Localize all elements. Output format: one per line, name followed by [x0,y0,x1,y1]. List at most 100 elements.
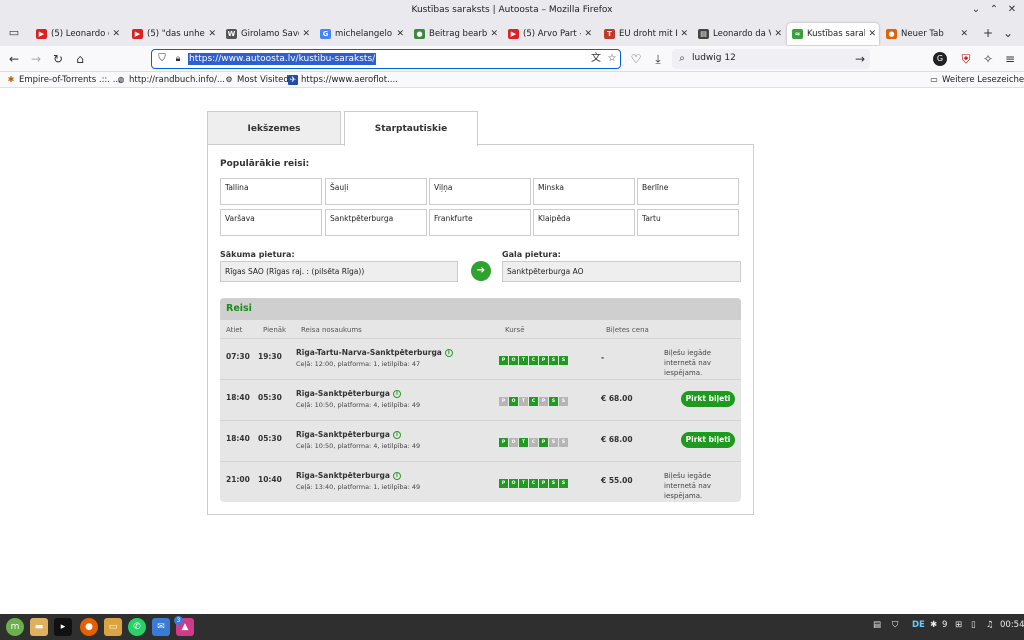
close-window-button[interactable]: ✕ [1004,2,1020,18]
results-title: Reisi [220,298,741,320]
minimize-button[interactable]: ⌄ [968,2,984,18]
browser-tab[interactable]: ● Neuer Tab ✕ [881,23,971,45]
column-header: Biļetes cena [606,326,649,334]
browser-tab[interactable]: ≈ Kustības saraksts✕ [787,23,879,45]
bookmark-star-icon[interactable]: ☆ [604,51,620,67]
firefox-icon[interactable]: ● [80,618,98,636]
search-input[interactable]: ludwig 12 [692,53,736,63]
lock-icon[interactable]: 🔒︎ [170,51,186,67]
city-button[interactable]: Varšava [220,209,322,236]
search-go-icon[interactable]: → [852,51,868,67]
city-button[interactable]: Šauļi [325,178,427,205]
start-stop-input[interactable]: Rīgas SAO (Rīgas raj. : (pilsēta Rīga)) [220,261,458,282]
city-button[interactable]: Klaipēda [533,209,635,236]
info-icon[interactable]: i [392,431,401,439]
browser-tab[interactable]: W Girolamo Savona✕ [221,23,313,45]
back-button[interactable]: ← [6,51,22,67]
menu-icon[interactable]: ≡ [1002,51,1018,67]
weekday-badge: T [519,356,528,365]
info-icon[interactable]: i [392,472,401,480]
city-button[interactable]: Minska [533,178,635,205]
close-tab-icon[interactable]: ✕ [490,23,498,45]
search-icon: ⌕ [679,53,685,64]
downloads-icon[interactable]: ⤓ [650,51,666,67]
maximize-button[interactable]: ⌃ [986,2,1002,18]
tab-domestic[interactable]: Iekšzemes [207,111,341,145]
tab-label: Leonardo da Vin [713,29,771,39]
info-icon[interactable]: i [444,349,453,357]
route-name[interactable]: Rīga-Sanktpēterburga i [296,389,401,398]
city-button[interactable]: Tallina [220,178,322,205]
new-tab-button[interactable]: + [980,25,996,41]
ticket-price: - [601,353,605,362]
city-button[interactable]: Tartu [637,209,739,236]
city-button[interactable]: Sanktpēterburga [325,209,427,236]
browser-tab[interactable]: ▤ Leonardo da Vin✕ [693,23,785,45]
route-name[interactable]: Rīga-Tartu-Narva-Sanktpēterburga i [296,348,453,357]
close-tab-icon[interactable]: ✕ [680,23,688,45]
bookmark-item[interactable]: ⚙ Most Visited [224,73,288,87]
mint-menu-icon[interactable]: m [6,618,24,636]
tab-international[interactable]: Starptautiskie [344,111,478,146]
city-button[interactable]: Frankfurte [429,209,531,236]
shield-tray-icon[interactable]: ⛉ [892,620,898,630]
battery-icon[interactable]: ▯ [971,620,976,630]
forward-button[interactable]: → [28,51,44,67]
updates-icon[interactable]: ⊞ [955,620,962,630]
route-name[interactable]: Rīga-Sanktpēterburga i [296,471,401,480]
show-desktop-icon[interactable]: ▬ [30,618,48,636]
home-button[interactable]: ⌂ [72,51,88,67]
close-tab-icon[interactable]: ✕ [960,23,968,45]
close-tab-icon[interactable]: ✕ [302,23,310,45]
other-bookmarks[interactable]: ▭ Weitere Lesezeichen [929,73,1024,87]
clipboard-icon[interactable]: ▤ [873,620,881,630]
search-bar[interactable]: ⌕ ludwig 12 → [672,49,870,69]
route-name[interactable]: Rīga-Sanktpēterburga i [296,430,401,439]
tab-label: (5) Leonardo da [51,29,109,39]
weekday-badge: P [499,397,508,406]
buy-ticket-button[interactable]: Pirkt biļeti [681,432,735,448]
reload-button[interactable]: ↻ [50,51,66,67]
translate-icon[interactable]: 文 [588,51,604,67]
browser-tab[interactable]: Gmichelangelo pl✕ [315,23,407,45]
swap-arrow-icon[interactable]: ➔ [471,261,491,281]
clock[interactable]: 00:54 [1000,620,1024,630]
pocket-icon[interactable]: ♡ [628,51,644,67]
extensions-icon[interactable]: ✧ [980,51,996,67]
url-text[interactable]: https://www.autoosta.lv/kustibu-saraksts… [188,53,377,65]
buy-ticket-button[interactable]: Pirkt biļeti [681,391,735,407]
extension-ublock-icon[interactable]: ⛨ [958,51,974,67]
list-all-tabs-icon[interactable]: ⌄ [1000,25,1016,41]
info-icon[interactable]: i [392,390,401,398]
table-row: 18:40 05:30 Rīga-Sanktpēterburga i Ceļā: 10:… [220,420,741,461]
whatsapp-icon[interactable]: ✆ [128,618,146,636]
url-bar[interactable]: ⛉ 🔒︎ https://www.autoosta.lv/kustibu-sar… [151,49,621,69]
browser-tab[interactable]: T EU droht mit Ko✕ [599,23,691,45]
browser-tab[interactable]: ▶ (5) "das unheil"✕ [127,23,219,45]
files-icon[interactable]: ▭ [104,618,122,636]
browser-tab[interactable]: ● Beitrag bearbeit✕ [409,23,501,45]
close-tab-icon[interactable]: ✕ [396,23,404,45]
tab-list-icon[interactable]: ▭ [6,25,22,41]
network-icon[interactable]: ✱ [930,620,937,630]
close-tab-icon[interactable]: ✕ [112,23,120,45]
end-stop-input[interactable]: Sanktpēterburga AO [502,261,741,282]
bookmark-item[interactable]: ✱ Empire-of-Torrents .::. ... [6,73,121,87]
terminal-icon[interactable]: ▸ [54,618,72,636]
volume-icon[interactable]: ♫ [986,620,994,630]
browser-tab[interactable]: ▶ (5) Leonardo da✕ [31,23,123,45]
shield-icon[interactable]: ⛉ [154,51,170,67]
keyboard-layout[interactable]: DE [912,620,925,630]
account-icon[interactable]: G [933,52,947,66]
bookmark-item[interactable]: ◍ http://randbuch.info/... [116,73,225,87]
bookmark-item[interactable]: ✈ https://www.aeroflot.... [288,73,398,87]
close-tab-icon[interactable]: ✕ [774,23,782,45]
mail-icon[interactable]: ✉ [152,618,170,636]
city-button[interactable]: Viļņa [429,178,531,205]
city-button[interactable]: Berlīne [637,178,739,205]
close-tab-icon[interactable]: ✕ [584,23,592,45]
tab-label: (5) Arvo Part - Fr [523,29,581,39]
close-tab-icon[interactable]: ✕ [868,23,876,45]
browser-tab[interactable]: ▶ (5) Arvo Part - Fr✕ [503,23,595,45]
close-tab-icon[interactable]: ✕ [208,23,216,45]
